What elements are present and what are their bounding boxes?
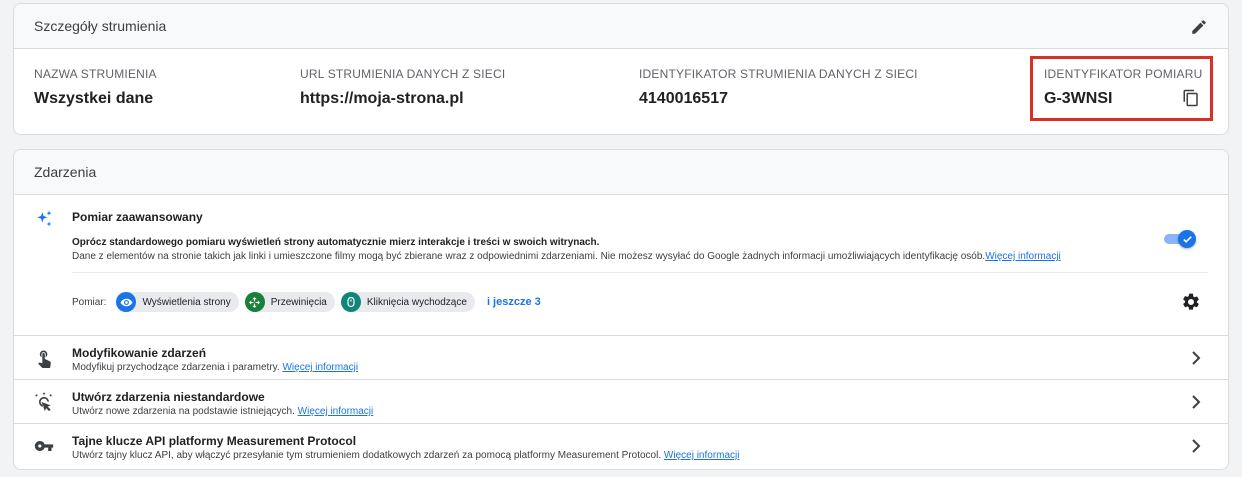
chevron-right-icon — [1192, 439, 1201, 453]
stream-name-field: NAZWA STRUMIENIA Wszystkei dane — [34, 67, 157, 108]
chip-page-views[interactable]: Wyświetlenia strony — [116, 292, 239, 312]
events-header: Zdarzenia — [14, 150, 1228, 195]
chip-scrolls-label: Przewinięcia — [270, 296, 327, 308]
enhanced-measurement-desc2: Dane z elementów na stronie takich jak l… — [72, 251, 1061, 262]
modify-events-subtitle-text: Modyfikuj przychodzące zdarzenia i param… — [72, 362, 280, 373]
enhanced-measurement-desc2-text: Dane z elementów na stronie takich jak l… — [72, 251, 986, 262]
stream-id-value: 4140016517 — [639, 90, 728, 107]
section-divider — [72, 272, 1208, 273]
eye-icon — [116, 292, 137, 312]
stream-details-header: Szczegóły strumienia — [14, 4, 1228, 49]
toggle-knob — [1178, 230, 1196, 248]
stream-details-card: Szczegóły strumienia NAZWA STRUMIENIA Ws… — [13, 3, 1229, 135]
more-measurements-link[interactable]: i jeszcze 3 — [487, 296, 541, 308]
modify-events-row[interactable]: Modyfikowanie zdarzeń Modyfikuj przychod… — [14, 335, 1228, 380]
scroll-icon — [244, 292, 265, 312]
modify-events-learn-more-link[interactable]: Więcej informacji — [282, 362, 358, 373]
create-custom-events-subtitle: Utwórz nowe zdarzenia na podstawie istni… — [72, 406, 373, 417]
measurement-protocol-title: Tajne klucze API platformy Measurement P… — [72, 434, 357, 448]
events-card: Zdarzenia Pomiar zaawansowany Oprócz sta… — [13, 149, 1229, 470]
edit-pencil-icon[interactable] — [1190, 18, 1208, 36]
stream-url-value: https://moja-strona.pl — [300, 90, 464, 107]
gear-icon[interactable] — [1181, 292, 1201, 312]
create-custom-events-subtitle-text: Utwórz nowe zdarzenia na podstawie istni… — [72, 406, 295, 417]
stream-url-label: URL STRUMIENIA DANYCH Z SIECI — [300, 67, 506, 81]
key-icon — [34, 441, 54, 451]
chip-page-views-label: Wyświetlenia strony — [142, 296, 231, 308]
stream-details-title: Szczegóły strumienia — [34, 18, 167, 34]
create-custom-events-title: Utwórz zdarzenia niestandardowe — [72, 390, 265, 404]
chevron-right-icon — [1192, 351, 1201, 365]
create-custom-events-row[interactable]: Utwórz zdarzenia niestandardowe Utwórz n… — [14, 379, 1228, 424]
measurement-protocol-subtitle-text: Utwórz tajny klucz API, aby włączyć prze… — [72, 450, 662, 461]
measurement-label: Pomiar: — [72, 296, 107, 308]
enhanced-measurement-desc1: Oprócz standardowego pomiaru wyświetleń … — [72, 237, 600, 248]
measurement-protocol-learn-more-link[interactable]: Więcej informacji — [664, 450, 740, 461]
touch-icon — [38, 350, 51, 368]
create-custom-events-learn-more-link[interactable]: Więcej informacji — [298, 406, 374, 417]
enhanced-measurement-toggle[interactable] — [1164, 230, 1196, 248]
enhanced-measurement-title: Pomiar zaawansowany — [72, 210, 203, 224]
modify-events-subtitle: Modyfikuj przychodzące zdarzenia i param… — [72, 362, 358, 373]
stream-id-field: IDENTYFIKATOR STRUMIENIA DANYCH Z SIECI … — [639, 67, 918, 108]
enhanced-measurement-section: Pomiar zaawansowany Oprócz standardowego… — [14, 196, 1228, 336]
chip-outbound-clicks[interactable]: Kliknięcia wychodzące — [340, 292, 475, 312]
chip-outbound-clicks-label: Kliknięcia wychodzące — [366, 296, 467, 308]
stream-name-label: NAZWA STRUMIENIA — [34, 67, 157, 81]
measurement-protocol-subtitle: Utwórz tajny klucz API, aby włączyć prze… — [72, 450, 739, 461]
sparkle-icon — [37, 210, 52, 227]
enhanced-measurement-learn-more-link[interactable]: Więcej informacji — [985, 251, 1061, 262]
stream-id-label: IDENTYFIKATOR STRUMIENIA DANYCH Z SIECI — [639, 67, 918, 81]
measurement-chips-row: Pomiar: Wyświetlenia strony Przewinięcia… — [72, 292, 541, 312]
mouse-icon — [340, 292, 361, 312]
measurement-protocol-secrets-row[interactable]: Tajne klucze API platformy Measurement P… — [14, 423, 1228, 468]
chevron-right-icon — [1192, 395, 1201, 409]
modify-events-title: Modyfikowanie zdarzeń — [72, 346, 207, 360]
click-sparkle-icon — [35, 392, 52, 412]
events-title: Zdarzenia — [34, 164, 97, 180]
chip-scrolls[interactable]: Przewinięcia — [244, 292, 335, 312]
stream-name-value: Wszystkei dane — [34, 90, 154, 107]
copy-icon[interactable] — [1182, 88, 1200, 108]
check-icon — [1182, 235, 1192, 243]
stream-url-field: URL STRUMIENIA DANYCH Z SIECI https://mo… — [300, 67, 505, 108]
